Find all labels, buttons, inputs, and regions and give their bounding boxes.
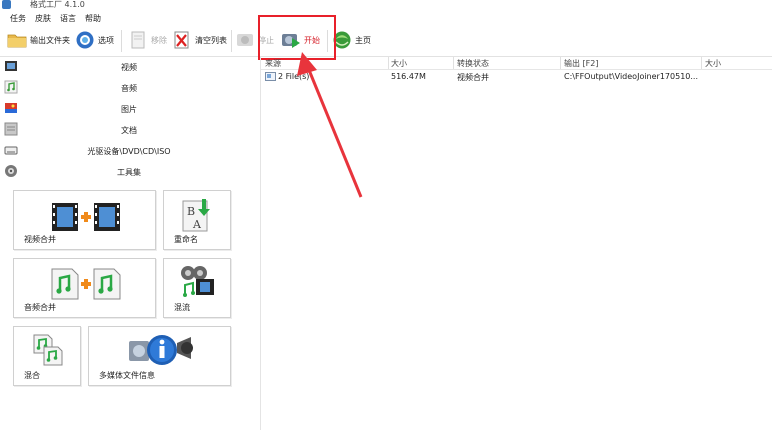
column-source[interactable]: 来源 xyxy=(265,58,281,69)
column-output[interactable]: 输出 [F2] xyxy=(564,58,598,69)
home-button[interactable]: 主页 xyxy=(332,28,371,52)
options-icon xyxy=(75,30,95,50)
output-folder-button[interactable]: 输出文件夹 xyxy=(7,28,70,52)
table-row[interactable]: 2 File(s) 516.47M 视频合并 C:\FFOutput\Video… xyxy=(261,71,772,83)
options-button[interactable]: 选项 xyxy=(75,28,114,52)
tool-rename[interactable]: B A 重命名 xyxy=(163,190,231,250)
task-list: 来源 大小 转换状态 输出 [F2] 大小 2 File(s) 516.47M … xyxy=(261,57,772,430)
tool-mix[interactable]: 混合 xyxy=(13,326,81,386)
video-merge-icon xyxy=(50,201,122,235)
menu-language[interactable]: 语言 xyxy=(60,13,76,24)
menu-bar: 任务 皮肤 语言 帮助 xyxy=(0,11,772,25)
column-status[interactable]: 转换状态 xyxy=(457,58,489,69)
clear-list-icon xyxy=(172,30,192,50)
column-size[interactable]: 大小 xyxy=(391,58,407,69)
row-size: 516.47M xyxy=(391,72,426,81)
category-audio[interactable]: 音频 xyxy=(0,78,258,98)
svg-text:A: A xyxy=(192,218,202,231)
menu-help[interactable]: 帮助 xyxy=(85,13,101,24)
category-document[interactable]: 文档 xyxy=(0,120,258,140)
svg-text:B: B xyxy=(187,205,195,218)
app-icon xyxy=(2,0,11,9)
window-title: 格式工厂 4.1.0 xyxy=(30,0,85,9)
audio-merge-icon xyxy=(50,267,122,303)
column-output-size[interactable]: 大小 xyxy=(705,58,721,69)
row-source: 2 File(s) xyxy=(278,72,310,81)
clear-list-button[interactable]: 清空列表 xyxy=(172,28,227,52)
category-video[interactable]: 视频 xyxy=(0,57,258,77)
tool-mux[interactable]: 混流 xyxy=(163,258,231,318)
category-rom-device[interactable]: 光驱设备\DVD\CD\ISO xyxy=(0,141,258,161)
tool-audio-joiner[interactable]: 音频合并 xyxy=(13,258,156,318)
menu-skin[interactable]: 皮肤 xyxy=(35,13,51,24)
mux-icon xyxy=(180,265,216,301)
folder-icon xyxy=(7,30,27,50)
file-icon xyxy=(265,72,276,83)
media-info-icon xyxy=(127,333,197,369)
row-status: 视频合并 xyxy=(457,73,489,82)
list-header: 来源 大小 转换状态 输出 [F2] 大小 xyxy=(261,57,772,70)
stop-icon xyxy=(235,30,255,50)
category-image[interactable]: 图片 xyxy=(0,99,258,119)
sidebar: 视频 音频 图片 文档 光驱设备\DVD\CD\ISO 工具集 视频合并 B A… xyxy=(0,57,261,430)
mix-icon xyxy=(32,333,64,369)
category-toolbox[interactable]: 工具集 xyxy=(0,162,258,182)
row-output: C:\FFOutput\VideoJoiner170510... xyxy=(564,72,699,81)
title-bar: 格式工厂 4.1.0 xyxy=(0,0,772,10)
remove-button[interactable]: 移除 xyxy=(128,28,167,52)
remove-icon xyxy=(128,30,148,50)
toolbar: 输出文件夹 选项 移除 清空列表 停止 开始 主页 xyxy=(0,26,772,57)
menu-task[interactable]: 任务 xyxy=(10,13,26,24)
tool-media-file-info[interactable]: 多媒体文件信息 xyxy=(88,326,231,386)
start-highlight-box xyxy=(258,15,336,60)
tool-video-joiner[interactable]: 视频合并 xyxy=(13,190,156,250)
rename-icon: B A xyxy=(180,197,214,235)
